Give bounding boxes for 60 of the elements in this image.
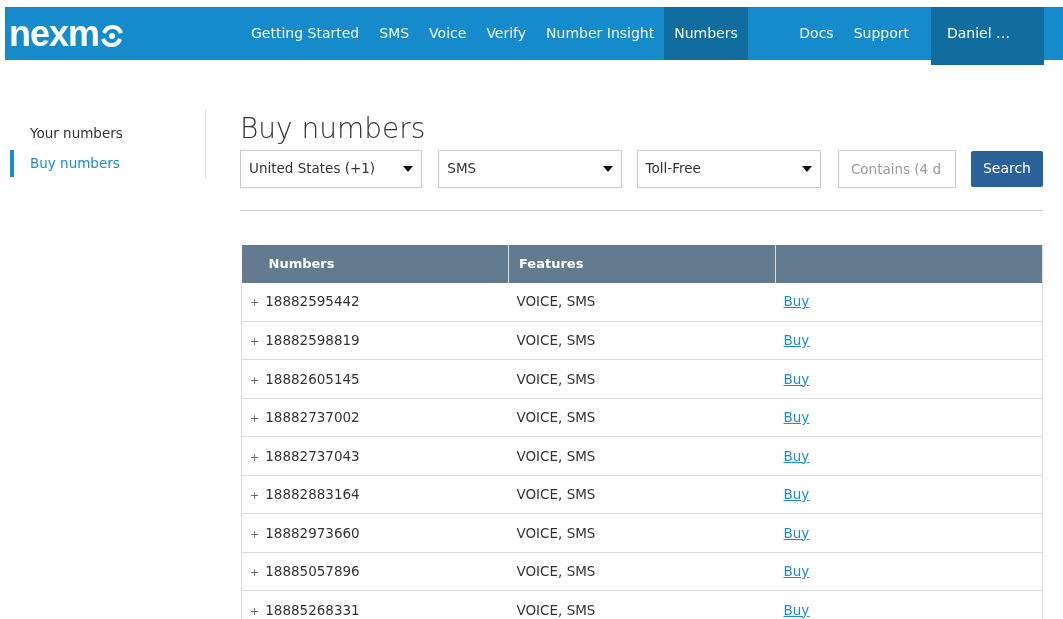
table-cell: VOICE, SMS (508, 475, 776, 514)
expand-toggle[interactable]: + (250, 412, 260, 426)
expand-toggle[interactable]: + (250, 527, 260, 541)
number-text: 18882605145 (265, 370, 360, 387)
page-title: Buy numbers (240, 112, 427, 146)
buy-link[interactable]: Buy (783, 293, 810, 310)
buy-link[interactable]: Buy (783, 447, 810, 464)
buy-link[interactable]: Buy (783, 524, 810, 541)
table-cell: VOICE, SMS (508, 321, 776, 360)
number-text: 18882737002 (265, 409, 360, 426)
nav-link[interactable]: Verify (476, 7, 537, 60)
nav-link[interactable]: Numbers (664, 7, 748, 60)
number-text: 18882598819 (265, 332, 360, 349)
nav-link[interactable]: Support (843, 7, 919, 60)
dropdown[interactable]: Toll-Free (636, 149, 821, 188)
column-header: Features (508, 244, 776, 283)
table-cell: VOICE, SMS (508, 398, 776, 437)
user-menu[interactable]: Daniel … (931, 7, 1044, 65)
expand-toggle[interactable]: + (250, 489, 260, 503)
nav-link[interactable]: Getting Started (241, 7, 370, 60)
buy-link[interactable]: Buy (783, 601, 810, 618)
table-cell: VOICE, SMS (508, 590, 776, 619)
number-text: 18882737043 (265, 447, 360, 464)
expand-toggle[interactable]: + (250, 566, 260, 580)
caret-icon (602, 165, 613, 172)
dropdown[interactable]: United States (+1) (240, 149, 423, 188)
buy-link[interactable]: Buy (783, 370, 810, 387)
table-cell: VOICE, SMS (508, 359, 776, 399)
buy-link[interactable]: Buy (783, 563, 810, 580)
number-text: 18885268331 (265, 601, 360, 618)
number-text: 18885057896 (265, 563, 360, 580)
expand-toggle[interactable]: + (250, 604, 260, 618)
caret-icon (403, 165, 414, 172)
expand-toggle[interactable]: + (250, 335, 260, 349)
caret-icon (801, 165, 812, 172)
nav-link[interactable]: Voice (419, 7, 477, 60)
contains-field[interactable]: Contains (4 d (837, 149, 956, 188)
buy-link[interactable]: Buy (783, 486, 810, 503)
sidebar-item[interactable]: Your numbers (10, 120, 205, 147)
dropdown[interactable]: SMS (438, 149, 622, 188)
nav-link[interactable]: Number Insight (536, 7, 665, 60)
sidebar-item[interactable]: Buy numbers (10, 150, 205, 177)
buy-link[interactable]: Buy (783, 332, 810, 349)
table-cell: VOICE, SMS (508, 513, 776, 553)
number-text: 18882883164 (265, 486, 360, 503)
expand-toggle[interactable]: + (250, 373, 260, 387)
table-cell: VOICE, SMS (508, 436, 776, 476)
search-button[interactable]: Search (970, 150, 1043, 187)
expand-toggle[interactable]: + (250, 450, 260, 464)
column-header: Numbers (241, 244, 509, 283)
buy-link[interactable]: Buy (783, 409, 810, 426)
number-text: 18882595442 (265, 293, 360, 310)
nav-link[interactable]: SMS (369, 7, 420, 60)
expand-toggle[interactable]: + (250, 296, 260, 310)
logo-mark-icon (100, 23, 125, 48)
number-text: 18882973660 (265, 524, 360, 541)
table-cell: VOICE, SMS (508, 552, 776, 591)
logo-text: nexm (9, 15, 100, 52)
table-cell: VOICE, SMS (508, 282, 776, 322)
nav-link[interactable]: Docs (789, 7, 844, 60)
